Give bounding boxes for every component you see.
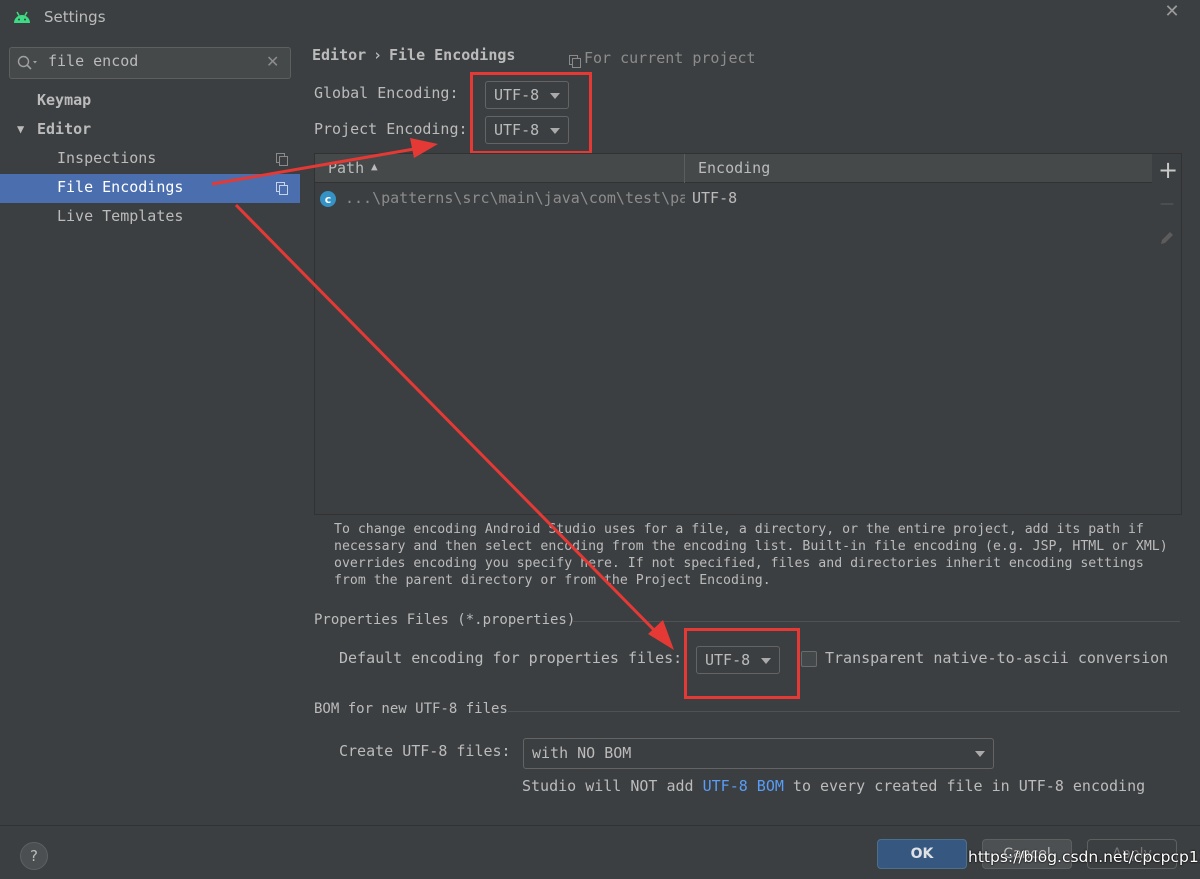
- table-cell-encoding[interactable]: UTF-8: [692, 189, 737, 207]
- description-line: To change encoding Android Studio uses f…: [334, 522, 1144, 537]
- search-input[interactable]: file encod: [48, 52, 138, 70]
- window-title: Settings: [44, 8, 106, 26]
- bom-select[interactable]: with NO BOM: [523, 738, 994, 769]
- title-bar: [0, 0, 1200, 36]
- breadcrumb-parent: Editor: [312, 46, 367, 64]
- create-utf8-label: Create UTF-8 files:: [339, 742, 511, 760]
- expand-arrow-icon[interactable]: ▼: [17, 115, 33, 143]
- annotation-highlight-box: [470, 72, 592, 154]
- native-to-ascii-label[interactable]: Transparent native-to-ascii conversion: [825, 649, 1168, 667]
- global-encoding-label: Global Encoding:: [314, 84, 459, 102]
- chevron-down-icon: [975, 751, 985, 757]
- help-button[interactable]: ?: [20, 842, 48, 870]
- native-to-ascii-checkbox[interactable]: [801, 651, 817, 667]
- annotation-arrowhead: [648, 620, 674, 650]
- project-scope-icon: [276, 153, 288, 166]
- table-cell-path: ...\patterns\src\main\java\com\test\pa: [345, 189, 685, 207]
- sidebar-item-inspections[interactable]: Inspections: [57, 144, 257, 172]
- bom-section-title: BOM for new UTF-8 files: [314, 701, 508, 717]
- svg-text:c: c: [325, 193, 332, 206]
- panel-divider: [300, 36, 301, 825]
- properties-encoding-label: Default encoding for properties files:: [339, 649, 683, 667]
- description-line: from the parent directory or from the Pr…: [334, 573, 771, 588]
- watermark: https://blog.csdn.net/cpcpcp123: [968, 848, 1200, 866]
- section-divider: [508, 711, 1180, 712]
- ok-button[interactable]: OK: [877, 839, 967, 869]
- close-icon[interactable]: ✕: [1162, 2, 1182, 22]
- search-icon: [17, 55, 37, 70]
- description-line: overrides encoding you specify here. If …: [334, 556, 1144, 571]
- bom-note: Studio will NOT add UTF-8 BOM to every c…: [522, 777, 1145, 795]
- scope-label: For current project: [584, 49, 756, 67]
- column-header-path[interactable]: Path: [328, 159, 364, 177]
- annotation-highlight-box: [684, 628, 800, 699]
- breadcrumb-separator: ›: [373, 46, 383, 64]
- java-class-icon: c: [320, 191, 336, 207]
- sidebar-item-label: File Encodings: [57, 178, 184, 196]
- column-header-encoding[interactable]: Encoding: [698, 159, 770, 177]
- breadcrumb-current: File Encodings: [389, 46, 516, 64]
- sort-ascending-icon: ▲: [371, 160, 378, 173]
- edit-icon[interactable]: [1159, 230, 1175, 246]
- description-line: necessary and then select encoding from …: [334, 539, 1168, 554]
- sidebar-item-live-templates[interactable]: Live Templates: [57, 202, 257, 230]
- project-scope-icon: [276, 182, 288, 195]
- clear-search-icon[interactable]: ✕: [266, 52, 280, 72]
- android-icon: [14, 11, 30, 23]
- project-scope-icon: [569, 55, 581, 68]
- properties-section-title: Properties Files (*.properties): [314, 612, 576, 628]
- bom-select-value: with NO BOM: [532, 744, 632, 762]
- project-encoding-label: Project Encoding:: [314, 120, 468, 138]
- add-icon[interactable]: +: [1158, 158, 1178, 182]
- remove-icon[interactable]: —: [1158, 194, 1176, 214]
- bom-note-text: Studio will NOT add: [522, 777, 703, 795]
- utf8-bom-link[interactable]: UTF-8 BOM: [703, 777, 784, 795]
- sidebar-item-keymap[interactable]: Keymap: [37, 86, 237, 114]
- sidebar-item-editor[interactable]: Editor: [37, 115, 237, 143]
- section-divider: [572, 621, 1180, 622]
- column-divider[interactable]: [684, 154, 685, 183]
- bom-note-text: to every created file in UTF-8 encoding: [783, 777, 1146, 795]
